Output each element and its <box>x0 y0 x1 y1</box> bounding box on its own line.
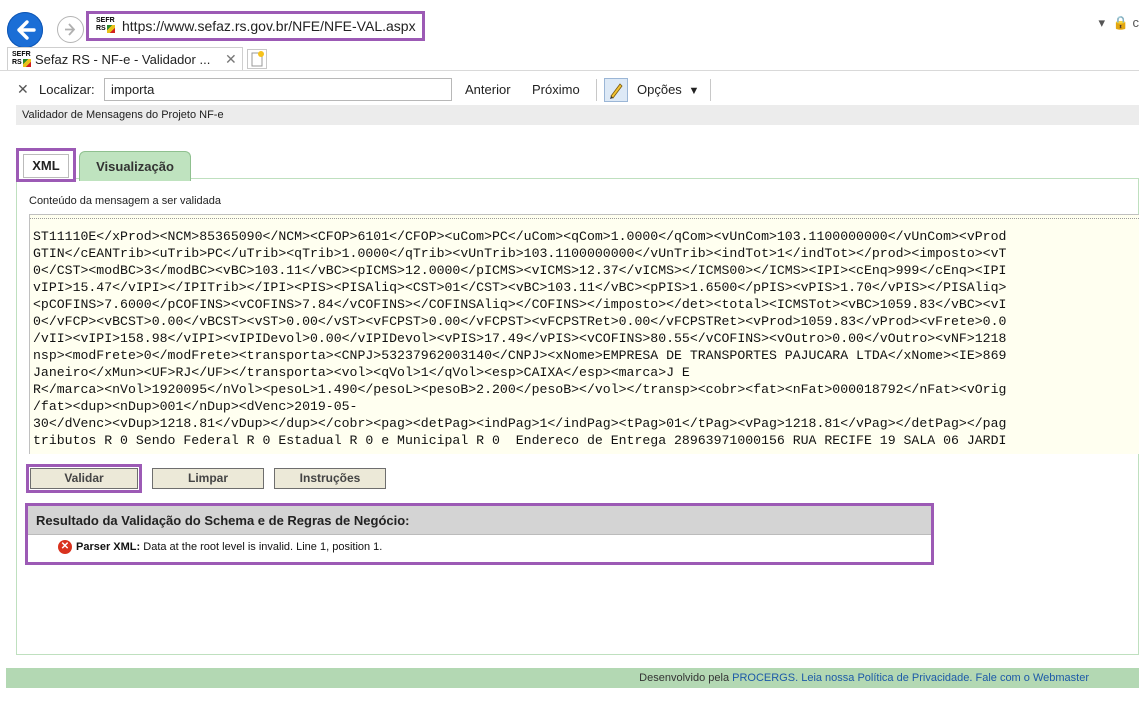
highlight-toggle-button[interactable] <box>604 78 628 102</box>
find-options-label: Opções <box>637 82 682 97</box>
tab-visualizacao[interactable]: Visualização <box>79 151 191 181</box>
instrucoes-button[interactable]: Instruções <box>274 468 386 489</box>
chevron-down-icon: ▼ <box>688 85 700 97</box>
error-icon: ✕ <box>58 540 72 554</box>
address-bar[interactable]: SEFR RS https://www.sefaz.rs.gov.br/NFE/… <box>86 11 425 41</box>
find-previous-button[interactable]: Anterior <box>465 82 511 97</box>
find-options-button[interactable]: Opções ▼ <box>637 82 699 97</box>
footer-text: Desenvolvido pela PROCERGS. Leia nossa P… <box>639 672 1089 684</box>
limpar-button[interactable]: Limpar <box>152 468 264 489</box>
xml-line: 0</vFCP><vBCST>0.00</vBCST><vST>0.00</vS… <box>33 314 1007 329</box>
find-bar: ✕ Localizar: Anterior Próximo Opções ▼ <box>0 73 1139 105</box>
site-favicon-icon: SEFR RS <box>96 17 115 33</box>
xml-line: nsp><modFrete>0</modFrete><transporta><C… <box>33 348 1007 363</box>
arrow-left-icon <box>17 20 36 40</box>
xml-line: tributos R 0 Sendo Federal R 0 Estadual … <box>33 433 1007 448</box>
forward-button[interactable] <box>57 16 84 43</box>
xml-line: <pCOFINS>7.6000</pCOFINS><vCOFINS>7.84</… <box>33 297 1007 312</box>
browser-tab[interactable]: SEFR RS Sefaz RS - NF-e - Validador ... … <box>7 47 243 71</box>
error-message: Parser XML: Data at the root level is in… <box>76 541 382 553</box>
back-button[interactable] <box>7 12 43 48</box>
pencil-icon <box>610 83 623 99</box>
address-bar-actions[interactable]: ▾ 🔒 c <box>1079 15 1139 35</box>
tab-xml[interactable]: XML <box>16 148 76 182</box>
textarea-top-edge <box>30 215 1139 219</box>
result-header: Resultado da Validação do Schema e de Re… <box>28 506 931 535</box>
validar-button[interactable]: Validar <box>30 468 138 489</box>
tabbar-divider <box>0 70 1139 71</box>
xml-line: GTIN</cEANTrib><uTrib>PC</uTrib><qTrib>1… <box>33 246 1007 261</box>
address-url: https://www.sefaz.rs.gov.br/NFE/NFE-VAL.… <box>122 18 416 34</box>
tab-xml-label: XML <box>23 154 69 178</box>
procergs-link[interactable]: PROCERGS. <box>732 672 798 684</box>
webmaster-link[interactable]: Fale com o Webmaster <box>975 672 1089 684</box>
arrow-right-icon <box>65 23 76 36</box>
xml-line: vIPI>15.47</vIPI></IPITrib></IPI><PIS><P… <box>33 280 1007 295</box>
error-detail: Data at the root level is invalid. Line … <box>143 541 383 553</box>
find-label: Localizar: <box>39 82 95 97</box>
find-separator <box>710 79 711 101</box>
result-title: Resultado da Validação do Schema e de Re… <box>36 513 410 528</box>
find-separator <box>596 79 597 101</box>
find-next-button[interactable]: Próximo <box>532 82 580 97</box>
xml-line: ST11110E</xProd><NCM>85365090</NCM><CFOP… <box>33 229 1007 244</box>
page-header: Validador de Mensagens do Projeto NF-e <box>16 105 1139 125</box>
close-icon[interactable]: ✕ <box>225 51 237 68</box>
browser-chrome: SEFR RS https://www.sefaz.rs.gov.br/NFE/… <box>0 0 1139 105</box>
xml-line: R</marca><nVol>1920095</nVol><pesoL>1.49… <box>33 382 1007 397</box>
xml-line: 0</CST><modBC>3</modBC><vBC>103.11</vBC>… <box>33 263 1007 278</box>
dropdown-arrow-icon[interactable]: ▾ <box>1099 15 1106 30</box>
tab-favicon-icon: SEFR RS <box>12 51 31 67</box>
xml-line: Janeiro</xMun><UF>RJ</UF></transporta><v… <box>33 365 690 380</box>
new-tab-button[interactable] <box>247 49 267 69</box>
footer-prefix: Desenvolvido pela <box>639 672 730 684</box>
find-input[interactable] <box>104 78 452 101</box>
xml-line: /fat><dup><nDup>001</nDup><dVenc>2019-05… <box>33 399 358 414</box>
tab-title: Sefaz RS - NF-e - Validador ... <box>35 52 211 67</box>
new-tab-icon <box>251 51 264 67</box>
content-label: Conteúdo da mensagem a ser validada <box>29 195 222 207</box>
error-label: Parser XML: <box>76 541 141 553</box>
validar-highlight: Validar <box>26 464 142 493</box>
find-close-icon[interactable]: ✕ <box>17 81 29 98</box>
xml-line: 30</dVenc><vDup>1218.81</vDup></dup></co… <box>33 416 1007 431</box>
xml-textarea[interactable]: ST11110E</xProd><NCM>85365090</NCM><CFOP… <box>29 214 1139 454</box>
page-footer: Desenvolvido pela PROCERGS. Leia nossa P… <box>6 668 1139 688</box>
privacy-link[interactable]: Leia nossa Política de Privacidade. <box>801 672 972 684</box>
xml-line: /vII><vIPI>158.98</vIPI><vIPIDevol>0.00<… <box>33 331 1007 346</box>
validation-result: Resultado da Validação do Schema e de Re… <box>25 503 934 565</box>
refresh-icon[interactable]: c <box>1133 15 1139 30</box>
page-title: Validador de Mensagens do Projeto NF-e <box>22 109 224 121</box>
lock-icon[interactable]: 🔒 <box>1113 15 1129 30</box>
